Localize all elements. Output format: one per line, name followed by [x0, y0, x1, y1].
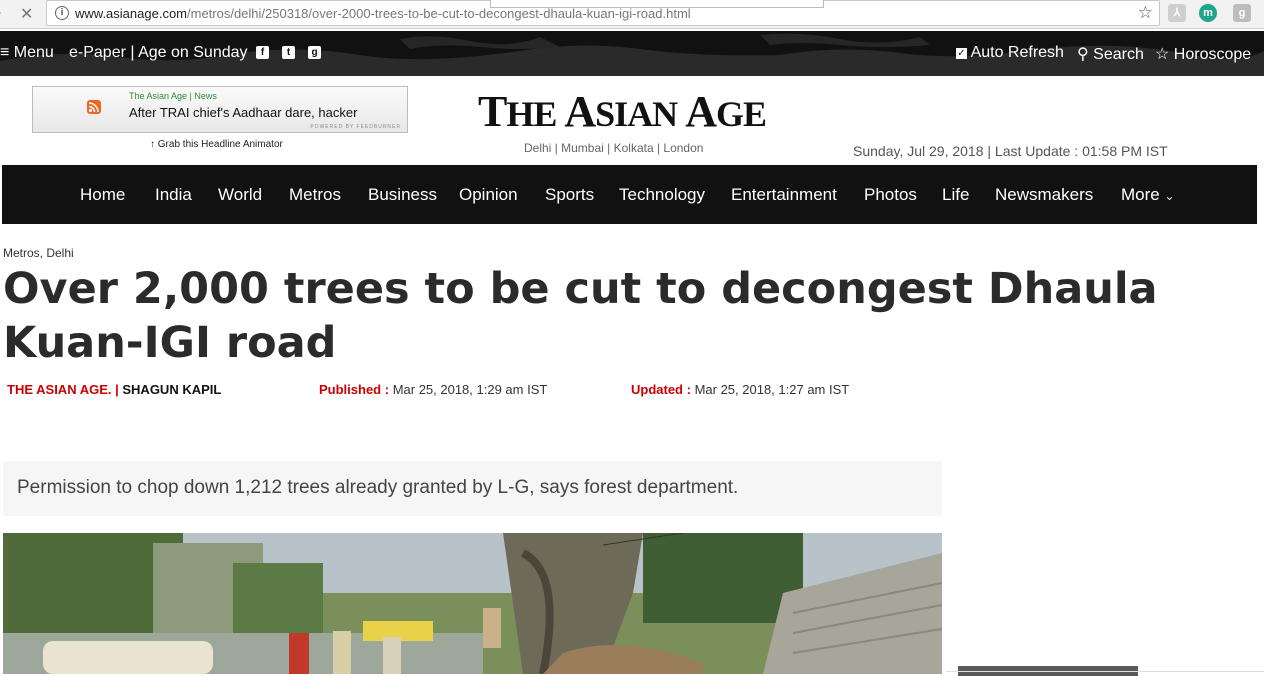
facebook-icon[interactable]: f [256, 46, 269, 59]
nav-item-india[interactable]: India [155, 185, 192, 205]
auto-refresh-toggle[interactable]: ✓ Auto Refresh [956, 44, 1064, 62]
stop-loading-icon[interactable]: ✕ [20, 4, 33, 24]
nav-item-metros[interactable]: Metros [289, 185, 341, 205]
nav-item-technology[interactable]: Technology [619, 185, 705, 205]
nav-item-home[interactable]: Home [80, 185, 125, 205]
article-summary: Permission to chop down 1,212 trees alre… [3, 461, 942, 516]
tooltip-fragment [490, 0, 824, 8]
hamburger-icon: ≡ [0, 44, 10, 61]
headline-animator[interactable]: The Asian Age | News After TRAI chief's … [32, 86, 408, 133]
editions-list[interactable]: Delhi | Mumbai | Kolkata | London [524, 141, 703, 155]
chevron-down-icon: ⌄ [1164, 189, 1175, 203]
powered-by-label: POWERED BY FEEDBURNER [310, 124, 401, 130]
updated-date: Updated : Mar 25, 2018, 1:27 am IST [631, 382, 850, 397]
nav-item-business[interactable]: Business [368, 185, 437, 205]
article-photo[interactable] [3, 533, 942, 674]
ticker-headline[interactable]: After TRAI chief's Aadhaar dare, hacker [129, 105, 357, 120]
nav-item-sports[interactable]: Sports [545, 185, 594, 205]
checkbox-checked-icon[interactable]: ✓ [956, 48, 967, 59]
article-title: Over 2,000 trees to be cut to decongest … [3, 264, 1158, 368]
pdf-extension-icon[interactable]: ⅄ [1168, 4, 1186, 22]
site-top-bar: ≡ Menu e-Paper | Age on Sunday f t g ✓ A… [0, 31, 1264, 76]
dateline: Sunday, Jul 29, 2018 | Last Update : 01:… [853, 143, 1168, 159]
nav-item-world[interactable]: World [218, 185, 262, 205]
info-icon[interactable]: i [55, 6, 69, 20]
search-icon: ⚲ [1077, 46, 1089, 63]
published-date: Published : Mar 25, 2018, 1:29 am IST [319, 382, 548, 397]
breadcrumb[interactable]: Metros, Delhi [3, 246, 74, 260]
google-extension-icon[interactable]: g [1233, 4, 1251, 22]
nav-item-photos[interactable]: Photos [864, 185, 917, 205]
grab-animator-link[interactable]: ↑ Grab this Headline Animator [150, 139, 283, 150]
back-arrow-icon[interactable]: › [0, 4, 1, 22]
byline-source[interactable]: THE ASIAN AGE. | [7, 382, 119, 397]
divider [946, 671, 1264, 672]
star-outline-icon: ☆ [1155, 46, 1170, 63]
bookmark-star-icon[interactable]: ☆ [1138, 3, 1153, 23]
nav-item-life[interactable]: Life [942, 185, 969, 205]
m-extension-icon[interactable]: m [1199, 4, 1217, 22]
byline: THE ASIAN AGE. | SHAGUN KAPIL [7, 382, 221, 397]
site-logo[interactable]: THE ASIAN AGE [478, 86, 767, 137]
epaper-link[interactable]: e-Paper | Age on Sunday [69, 44, 248, 62]
tree-cutting-photo [3, 533, 942, 674]
menu-button[interactable]: ≡ Menu [0, 44, 54, 62]
rss-icon [87, 100, 101, 114]
horoscope-link[interactable]: ☆ Horoscope [1155, 44, 1251, 64]
google-plus-icon[interactable]: g [308, 46, 321, 59]
byline-author[interactable]: SHAGUN KAPIL [122, 382, 221, 397]
twitter-icon[interactable]: t [282, 46, 295, 59]
nav-item-opinion[interactable]: Opinion [459, 185, 518, 205]
search-button[interactable]: ⚲ Search [1077, 44, 1144, 64]
nav-item-entertainment[interactable]: Entertainment [731, 185, 837, 205]
ticker-source[interactable]: The Asian Age | News [129, 91, 217, 101]
nav-item-more[interactable]: More ⌄ [1121, 185, 1175, 205]
url-text[interactable]: www.asianage.com/metros/delhi/250318/ove… [75, 6, 691, 21]
nav-item-newsmakers[interactable]: Newsmakers [995, 185, 1093, 205]
main-navigation: Home India World Metros Business Opinion… [2, 165, 1257, 224]
